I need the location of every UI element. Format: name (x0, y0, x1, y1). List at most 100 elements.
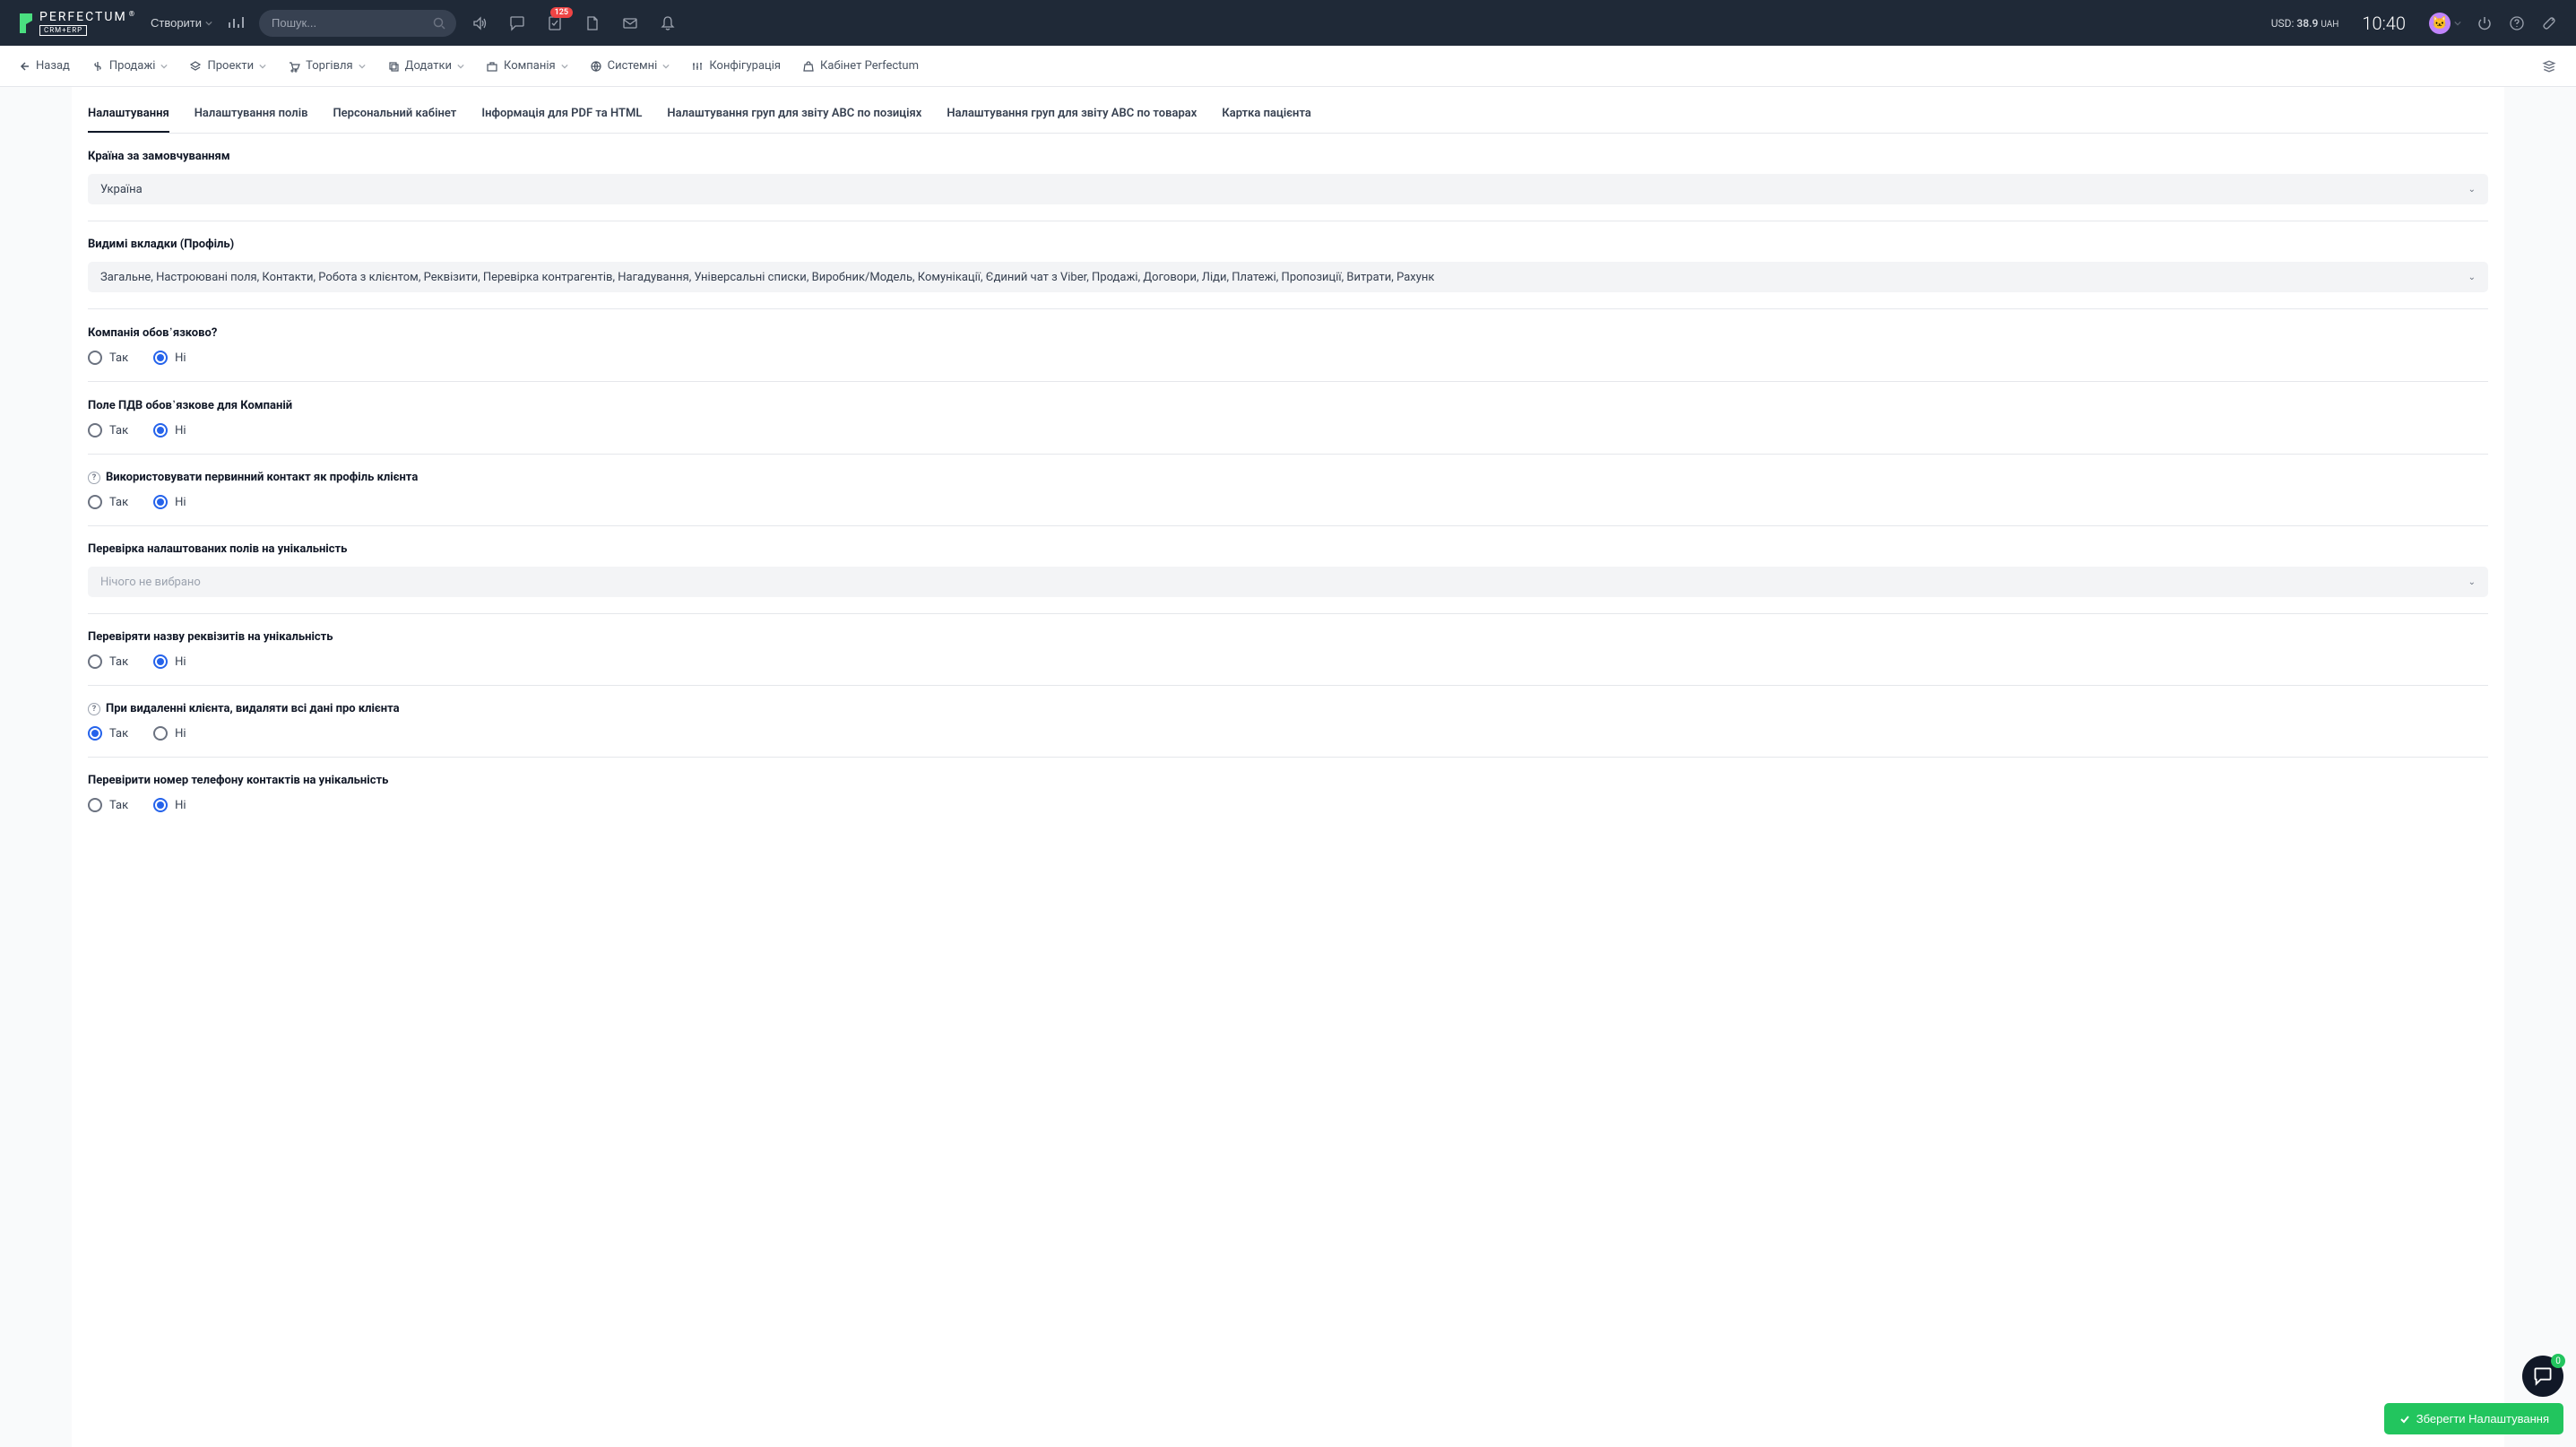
save-bar: Зберегти Налаштування (2384, 1403, 2563, 1434)
radio-requisites-no[interactable]: Ні (153, 654, 186, 669)
create-button[interactable]: Створити (151, 16, 212, 30)
tab-pdf-html[interactable]: Інформація для PDF та HTML (481, 98, 642, 133)
bag-icon (802, 60, 815, 73)
avatar[interactable]: 🐱 (2429, 14, 2461, 32)
radio-requisites-yes[interactable]: Так (88, 654, 128, 669)
document-icon[interactable] (583, 14, 601, 32)
radio-company-required: Так Ні (88, 351, 2488, 365)
tab-field-settings[interactable]: Налаштування полів (194, 98, 308, 133)
nav-trade[interactable]: Торгівля (288, 59, 366, 73)
nav-addons[interactable]: Додатки (387, 59, 464, 73)
chevron-down-icon (160, 63, 168, 70)
stats-icon[interactable] (227, 14, 245, 32)
radio-vat-yes[interactable]: Так (88, 423, 128, 438)
select-visible-tabs-value: Загальне, Настроювані поля, Контакти, Ро… (100, 271, 1434, 284)
chevron-down-icon (561, 63, 568, 70)
section-requisites-unique: Перевіряти назву реквізитів на унікальні… (88, 614, 2488, 686)
help-icon[interactable] (2508, 14, 2526, 32)
radio-company-yes[interactable]: Так (88, 351, 128, 365)
radio-delete-yes[interactable]: Так (88, 726, 128, 741)
header-icons: 125 (471, 14, 677, 32)
radio-primary-yes[interactable]: Так (88, 495, 128, 509)
radio-company-no[interactable]: Ні (153, 351, 186, 365)
chevron-down-icon: ⌄ (2468, 273, 2476, 282)
tab-patient-card[interactable]: Картка пацієнта (1222, 98, 1311, 133)
nav-back[interactable]: Назад (18, 59, 70, 73)
label-vat-required: Поле ПДВ обов᾽язкове для Компаній (88, 398, 2488, 412)
mail-icon[interactable] (621, 14, 639, 32)
radio-requisites-unique: Так Ні (88, 654, 2488, 669)
section-visible-tabs: Видимі вкладки (Профіль) Загальне, Настр… (88, 221, 2488, 309)
search-input[interactable] (272, 16, 444, 30)
logo-mark-icon (18, 13, 34, 33)
nav-system[interactable]: Системні (590, 59, 670, 73)
label-requisites-unique: Перевіряти назву реквізитів на унікальні… (88, 630, 2488, 644)
nav-projects[interactable]: Проекти (189, 59, 266, 73)
chevron-down-icon (457, 63, 464, 70)
section-unique-fields: Перевірка налаштованих полів на унікальн… (88, 526, 2488, 614)
radio-delete-data: Так Ні (88, 726, 2488, 741)
nav-layers-icon[interactable] (2540, 57, 2558, 75)
select-unique-fields-value: Нічого не вибрано (100, 576, 201, 589)
label-phone-unique: Перевірити номер телефону контактів на у… (88, 774, 2488, 787)
radio-phone-unique: Так Ні (88, 798, 2488, 812)
nav-bar: Назад Продажі Проекти Торгівля Додатки К… (0, 46, 2576, 87)
chat-badge: 0 (2551, 1354, 2565, 1368)
help-icon[interactable]: ? (88, 703, 100, 715)
power-icon[interactable] (2476, 14, 2494, 32)
tabs-row: Налаштування Налаштування полів Персонал… (88, 87, 2488, 134)
chevron-down-icon (359, 63, 366, 70)
briefcase-icon (486, 60, 498, 73)
chat-icon[interactable] (508, 14, 526, 32)
check-icon (2399, 1413, 2411, 1425)
tasks-badge: 125 (550, 7, 573, 18)
chevron-down-icon (662, 63, 670, 70)
chevron-down-icon (259, 63, 266, 70)
nav-company[interactable]: Компанія (486, 59, 568, 73)
section-vat-required: Поле ПДВ обов᾽язкове для Компаній Так Ні (88, 382, 2488, 455)
chevron-down-icon: ⌄ (2468, 577, 2476, 587)
label-country: Країна за замовчуванням (88, 150, 2488, 163)
content-area: Налаштування Налаштування полів Персонал… (0, 87, 2576, 1447)
nav-config[interactable]: Конфігурація (691, 59, 781, 73)
radio-vat-required: Так Ні (88, 423, 2488, 438)
cart-icon (288, 60, 300, 73)
select-country[interactable]: Україна ⌄ (88, 174, 2488, 204)
radio-phone-yes[interactable]: Так (88, 798, 128, 812)
select-visible-tabs[interactable]: Загальне, Настроювані поля, Контакти, Ро… (88, 262, 2488, 292)
save-button[interactable]: Зберегти Налаштування (2384, 1403, 2563, 1434)
tab-personal-cabinet[interactable]: Персональний кабінет (333, 98, 456, 133)
radio-vat-no[interactable]: Ні (153, 423, 186, 438)
section-phone-unique: Перевірити номер телефону контактів на у… (88, 758, 2488, 828)
bell-icon[interactable] (659, 14, 677, 32)
avatar-image: 🐱 (2429, 13, 2451, 34)
logo-text: PERFECTUM® CRM+ERP (39, 11, 136, 36)
nav-sales[interactable]: Продажі (91, 59, 169, 73)
radio-primary-no[interactable]: Ні (153, 495, 186, 509)
nav-cabinet[interactable]: Кабінет Perfectum (802, 59, 919, 73)
label-primary-contact: ? Використовувати первинний контакт як п… (88, 471, 2488, 484)
tab-settings[interactable]: Налаштування (88, 98, 169, 133)
tasks-icon[interactable]: 125 (546, 14, 564, 32)
label-visible-tabs: Видимі вкладки (Профіль) (88, 238, 2488, 251)
search-box[interactable] (259, 10, 456, 37)
chevron-down-icon (205, 20, 212, 27)
radio-primary-contact: Так Ні (88, 495, 2488, 509)
tab-abc-goods[interactable]: Налаштування груп для звіту ABC по товар… (947, 98, 1197, 133)
sliders-icon (691, 60, 704, 73)
chat-bubble[interactable]: 0 (2522, 1356, 2563, 1397)
help-icon[interactable]: ? (88, 472, 100, 484)
search-icon (433, 17, 445, 30)
arrow-left-icon (18, 60, 30, 73)
tab-abc-positions[interactable]: Налаштування груп для звіту ABC по позиц… (667, 98, 921, 133)
currency-display: USD: 38.9 UAH (2271, 17, 2339, 30)
logo[interactable]: PERFECTUM® CRM+ERP (18, 11, 136, 36)
label-company-required: Компанія обов᾽язково? (88, 325, 2488, 340)
wrench-icon[interactable] (2540, 14, 2558, 32)
section-company-required: Компанія обов᾽язково? Так Ні (88, 309, 2488, 382)
radio-phone-no[interactable]: Ні (153, 798, 186, 812)
chat-icon (2533, 1366, 2553, 1386)
radio-delete-no[interactable]: Ні (153, 726, 186, 741)
sound-icon[interactable] (471, 14, 488, 32)
select-unique-fields[interactable]: Нічого не вибрано ⌄ (88, 567, 2488, 597)
